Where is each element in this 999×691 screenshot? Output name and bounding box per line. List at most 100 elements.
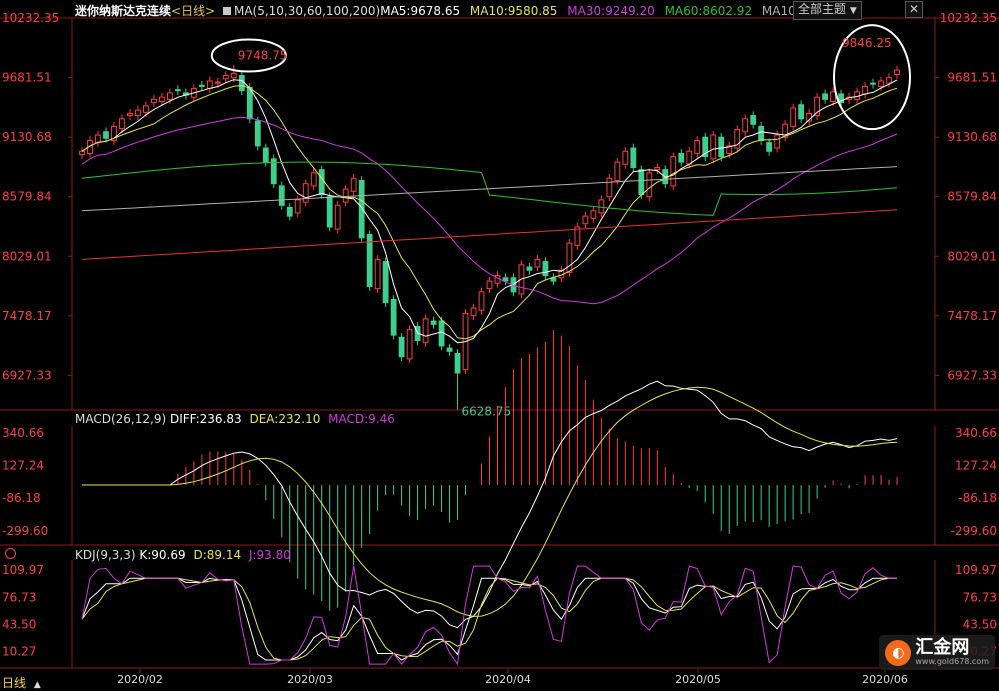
up-arrow-icon[interactable]: ▲ <box>34 680 41 690</box>
candle-body <box>622 150 629 165</box>
macd-value: MACD:9.46 <box>328 412 395 426</box>
kdj-tick-right: 43.50 <box>963 617 997 631</box>
candle-body <box>246 86 253 120</box>
ma-params: MA(5,10,30,60,100,200) <box>233 4 381 18</box>
price-tick-left: 10232.35 <box>2 11 59 25</box>
macd-tick-right: -86.18 <box>958 491 997 505</box>
candle-body <box>582 215 589 225</box>
kdj-k: K:90.69 <box>139 548 186 562</box>
candle-body <box>374 258 381 290</box>
kdj-header: KDJ(9,3,3) K:90.69 D:89.14 J:93.80 <box>75 548 291 562</box>
candle-body <box>143 105 149 113</box>
watermark-logo: ◐ 汇金网 www.gold678.com <box>879 635 995 670</box>
candle-body <box>742 118 749 133</box>
candle-body <box>206 80 213 90</box>
candle-body <box>718 136 725 158</box>
all-main-theme-button[interactable]: 全部主题 ▼ <box>793 1 862 20</box>
kdj-d: D:89.14 <box>193 548 242 562</box>
candle-body <box>886 77 892 84</box>
candle-body <box>151 98 157 104</box>
kdj-j: J:93.80 <box>248 548 291 562</box>
ma5-value: MA5:9678.65 <box>380 4 461 18</box>
ma100-line <box>81 166 898 212</box>
candle-body <box>534 258 541 268</box>
candle-body <box>214 81 221 84</box>
candle-body <box>470 307 477 317</box>
candle-body <box>390 298 397 336</box>
candle-body <box>95 134 101 144</box>
candle-body <box>598 199 605 214</box>
candle-body <box>334 204 341 230</box>
candle-body <box>790 107 797 127</box>
candle-body <box>302 183 309 203</box>
macd-params: MACD(26,12,9) <box>75 412 167 426</box>
candle-body <box>342 188 349 203</box>
candle-body <box>350 177 357 192</box>
candle-body <box>310 172 317 187</box>
chart-canvas: 10232.35 10232.35 9681.51 9681.51 9130.68 913… <box>0 11 999 686</box>
candle-body <box>262 147 269 163</box>
candle-body <box>135 109 141 117</box>
date-tick: 2020/02 <box>117 673 163 686</box>
candle-body <box>654 166 661 171</box>
all-main-theme-label: 全部主题 <box>798 2 847 16</box>
candle-body <box>382 261 389 304</box>
kdj-tick-left: 76.73 <box>2 590 36 604</box>
candle-body <box>318 169 325 196</box>
candle-body <box>119 118 125 130</box>
kdj-tick-left: 109.97 <box>2 563 44 577</box>
price-tick-right: 8029.01 <box>947 249 997 263</box>
macd-tick-left: -299.60 <box>2 524 48 538</box>
candle-body <box>686 150 693 165</box>
candle-body <box>638 169 645 196</box>
candle-body <box>446 347 453 352</box>
candle-body <box>230 72 237 79</box>
candle-body <box>766 142 773 152</box>
price-tick-left: 6927.33 <box>2 368 52 382</box>
price-tick-right: 8579.84 <box>947 190 997 204</box>
candle-body <box>750 115 757 125</box>
macd-tick-right: -299.60 <box>951 524 997 538</box>
kdj-params: KDJ(9,3,3) <box>75 548 136 562</box>
candle-body <box>254 120 261 147</box>
close-icon[interactable]: ✕ <box>905 1 924 18</box>
date-tick: 2020/04 <box>485 673 531 686</box>
price-tick-right: 6927.33 <box>947 368 997 382</box>
ma10-value: MA10:9580.85 <box>469 4 558 18</box>
candle-body <box>422 318 429 344</box>
macd-diff: DIFF:236.83 <box>169 412 242 426</box>
price-tick-right: 7478.17 <box>947 309 997 323</box>
kdj-tick-right: 76.73 <box>963 590 997 604</box>
gold-logo-icon: ◐ <box>885 639 912 666</box>
candle-body <box>646 172 653 198</box>
macd-header: MACD(26,12,9) DIFF:236.83 DEA:232.10 MAC… <box>75 412 395 426</box>
candle-body <box>278 185 285 206</box>
candle-body <box>486 280 493 290</box>
candle-body <box>878 80 884 87</box>
candle-body <box>127 112 133 117</box>
ma200-line <box>81 209 898 260</box>
macd-dea: DEA:232.10 <box>249 412 321 426</box>
candle-body <box>694 139 701 154</box>
ma30-value: MA30:9249.20 <box>567 4 655 18</box>
kdj-tick-left: 10.27 <box>2 645 36 659</box>
candle-body <box>614 161 621 181</box>
candle-body <box>590 210 597 219</box>
candle-body <box>862 85 868 95</box>
candle-body <box>174 89 181 92</box>
candle-body <box>894 69 900 75</box>
period-tag[interactable]: <日线> <box>171 4 215 18</box>
footer-period[interactable]: 日线 ▲ <box>2 674 41 691</box>
chevron-down-icon: ▼ <box>849 6 857 16</box>
candle-body <box>822 93 828 100</box>
candle-body <box>398 336 405 358</box>
ma60-value: MA60:8602.92 <box>664 4 753 18</box>
settings-dot-icon[interactable] <box>5 548 16 559</box>
ma5-line <box>81 79 898 344</box>
date-tick: 2020/06 <box>862 673 908 686</box>
candle-body <box>710 134 717 160</box>
peak-high-label: 9748.75 <box>238 49 288 63</box>
candle-body <box>870 82 876 85</box>
candle-body <box>438 320 445 347</box>
ma10-line <box>81 85 898 340</box>
